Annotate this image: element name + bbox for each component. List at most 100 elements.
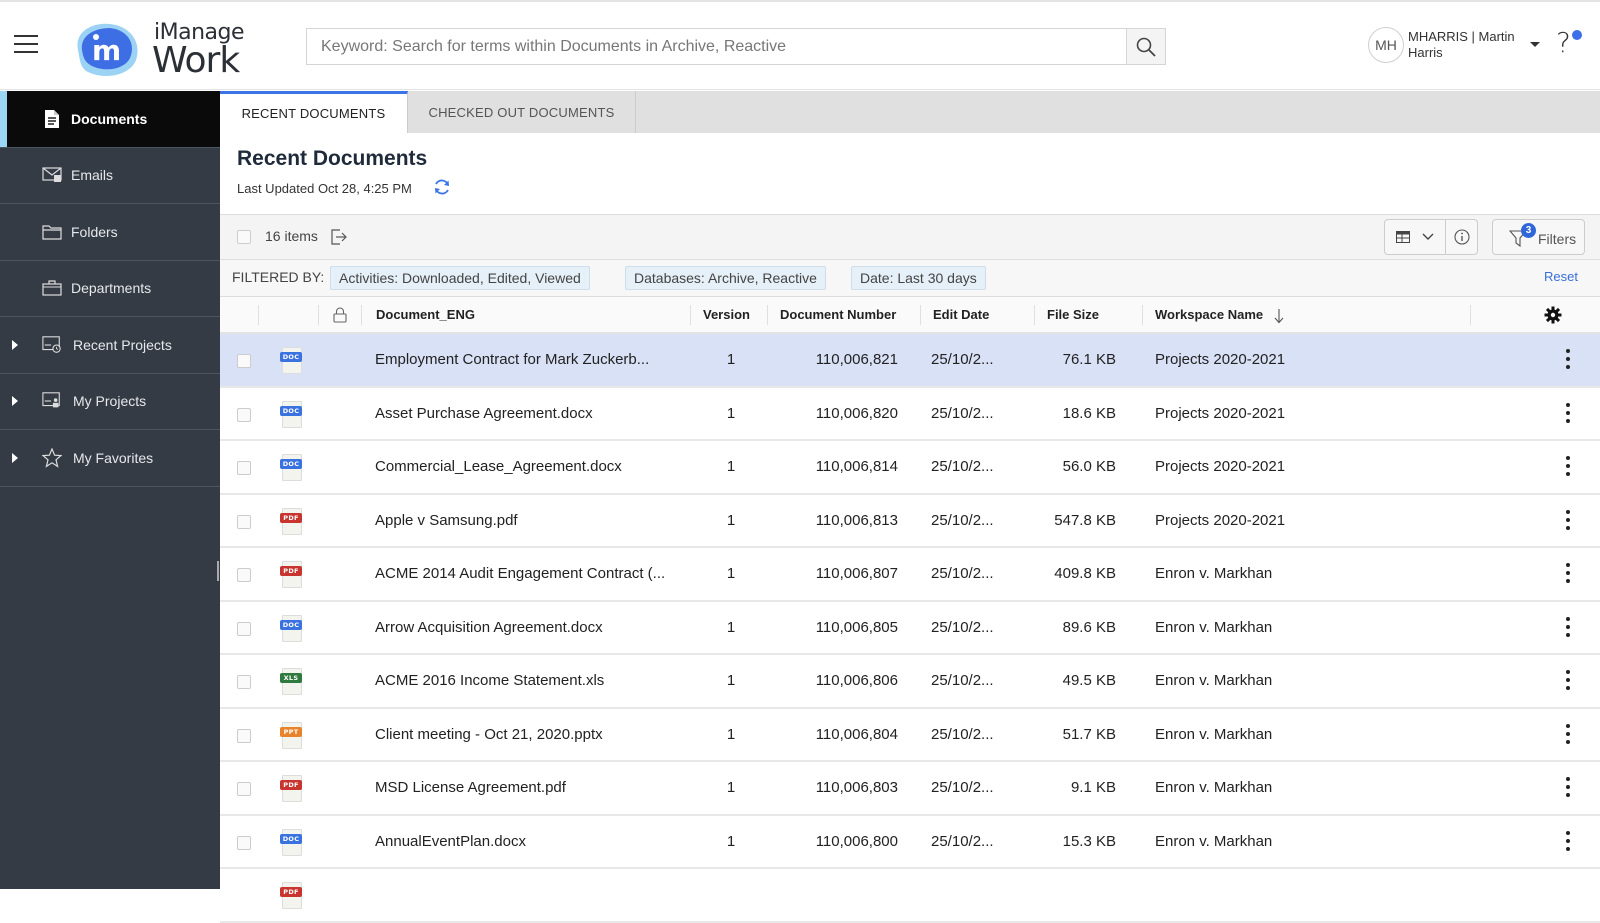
table-row[interactable]: PDF ACME 2014 Audit Engagement Contract (…: [220, 548, 1600, 602]
user-menu[interactable]: MH MHARRIS | Martin Harris: [1368, 26, 1540, 64]
column-header-file-size[interactable]: File Size: [1047, 307, 1099, 322]
help-button[interactable]: ?: [1550, 26, 1586, 62]
row-more-options-icon[interactable]: [1562, 561, 1574, 585]
column-settings-gear-icon[interactable]: [1544, 306, 1562, 324]
table-row[interactable]: XLS ACME 2016 Income Statement.xls 1 110,00…: [220, 655, 1600, 709]
hamburger-menu-icon[interactable]: [14, 35, 38, 53]
row-checkbox[interactable]: [237, 675, 251, 689]
sidebar-item-my-favorites[interactable]: My Favorites: [0, 430, 220, 487]
workspace-name: Projects 2020-2021: [1155, 458, 1286, 475]
table-row[interactable]: PDF MSD License Agreement.pdf 1 110,006,803…: [220, 762, 1600, 816]
column-header-workspace-name[interactable]: Workspace Name: [1155, 307, 1263, 322]
row-checkbox[interactable]: [237, 514, 251, 529]
row-checkbox[interactable]: [237, 568, 251, 582]
help-icon: ?: [1556, 26, 1571, 59]
row-more-options-icon[interactable]: [1562, 775, 1574, 799]
document-number: 110,006,821: [815, 351, 898, 368]
document-icon: [42, 109, 62, 129]
filter-chip-databases[interactable]: Databases: Archive, Reactive: [625, 266, 826, 290]
select-all-checkbox[interactable]: [237, 230, 251, 244]
lock-column-icon[interactable]: [333, 307, 347, 323]
workspace-name: Projects 2020-2021: [1155, 351, 1286, 368]
sidebar-item-folders[interactable]: Folders: [0, 204, 220, 261]
tab-recent-documents[interactable]: RECENT DOCUMENTS: [220, 91, 408, 133]
tab-bar: RECENT DOCUMENTS CHECKED OUT DOCUMENTS: [220, 91, 1600, 133]
table-row[interactable]: PDF: [220, 869, 1600, 923]
table-row[interactable]: DOC Commercial_Lease_Agreement.docx 1 110,0…: [220, 441, 1600, 495]
document-number: 110,006,814: [815, 458, 898, 475]
row-checkbox[interactable]: [237, 621, 251, 636]
document-name[interactable]: AnnualEventPlan.docx: [375, 833, 526, 850]
filter-chip-activities[interactable]: Activities: Downloaded, Edited, Viewed: [330, 266, 590, 290]
view-options-group: [1384, 219, 1478, 255]
edit-date: 25/10/2...: [931, 779, 994, 796]
document-name[interactable]: MSD License Agreement.pdf: [375, 779, 566, 796]
workspace-name: Enron v. Markhan: [1155, 832, 1273, 850]
reset-filters-link[interactable]: Reset: [1544, 269, 1578, 284]
sidebar-item-departments[interactable]: Departments: [0, 261, 220, 317]
row-checkbox[interactable]: [237, 782, 251, 796]
row-more-options-icon[interactable]: [1562, 668, 1574, 692]
workspace-name: Enron v. Markhan: [1155, 779, 1273, 796]
sidebar-resize-handle[interactable]: [217, 561, 219, 581]
filter-chip-date[interactable]: Date: Last 30 days: [851, 266, 986, 290]
column-header-name[interactable]: Document_ENG: [376, 307, 475, 322]
expand-arrow-icon[interactable]: [12, 452, 18, 463]
row-more-options-icon[interactable]: [1562, 508, 1574, 532]
briefcase-icon: [42, 278, 62, 298]
table-row[interactable]: DOC Employment Contract for Mark Zuckerb.…: [220, 334, 1600, 388]
pdf-file-icon: PDF: [280, 561, 302, 589]
expand-arrow-icon[interactable]: [12, 339, 18, 350]
row-checkbox[interactable]: [237, 354, 251, 368]
table-row[interactable]: DOC AnnualEventPlan.docx 1 110,006,800 25/10…: [220, 815, 1600, 869]
tab-checked-out-documents[interactable]: CHECKED OUT DOCUMENTS: [408, 91, 636, 133]
view-mode-button[interactable]: [1385, 220, 1446, 254]
document-name[interactable]: Arrow Acquisition Agreement.docx: [375, 619, 603, 636]
file-size: 15.3 KB: [1062, 832, 1116, 850]
document-name[interactable]: ACME 2016 Income Statement.xls: [375, 672, 604, 689]
document-name[interactable]: Employment Contract for Mark Zuckerb...: [375, 351, 649, 368]
column-header-version[interactable]: Version: [703, 307, 750, 322]
avatar: MH: [1368, 27, 1404, 63]
column-header-document-number[interactable]: Document Number: [780, 307, 896, 322]
row-more-options-icon[interactable]: [1562, 454, 1574, 478]
sidebar-item-my-projects[interactable]: My Projects: [0, 374, 220, 430]
table-row[interactable]: DOC Asset Purchase Agreement.docx 1 110,006…: [220, 387, 1600, 441]
pdf-file-icon: PDF: [280, 507, 302, 536]
sidebar-item-recent-projects[interactable]: Recent Projects: [0, 317, 220, 374]
row-more-options-icon[interactable]: [1562, 722, 1574, 746]
row-more-options-icon[interactable]: [1562, 347, 1574, 371]
file-size: 76.1 KB: [1062, 351, 1116, 368]
filters-button[interactable]: 3 Filters: [1492, 219, 1585, 255]
expand-arrow-icon[interactable]: [12, 396, 18, 407]
row-more-options-icon[interactable]: [1562, 829, 1574, 853]
search-input[interactable]: [307, 29, 1113, 64]
row-checkbox[interactable]: [237, 835, 251, 850]
row-checkbox[interactable]: [237, 461, 251, 475]
row-more-options-icon[interactable]: [1562, 615, 1574, 639]
table-row[interactable]: DOC Arrow Acquisition Agreement.docx 1 110,…: [220, 601, 1600, 655]
document-name[interactable]: Client meeting - Oct 21, 2020.pptx: [375, 726, 603, 743]
sidebar-item-documents[interactable]: Documents: [0, 91, 220, 148]
column-header-edit-date[interactable]: Edit Date: [933, 307, 989, 322]
refresh-icon[interactable]: [432, 177, 452, 197]
document-name[interactable]: Apple v Samsung.pdf: [375, 512, 518, 529]
row-more-options-icon[interactable]: [1562, 401, 1574, 425]
sidebar-item-label: Emails: [71, 167, 114, 184]
document-version: 1: [726, 458, 736, 475]
export-icon[interactable]: [330, 228, 348, 246]
document-name[interactable]: Asset Purchase Agreement.docx: [375, 405, 593, 422]
file-size: 56.0 KB: [1062, 458, 1116, 475]
edit-date: 25/10/2...: [931, 672, 994, 689]
document-name[interactable]: Commercial_Lease_Agreement.docx: [375, 458, 622, 475]
sort-descending-icon[interactable]: [1274, 308, 1284, 324]
search-button[interactable]: [1126, 29, 1165, 64]
table-row[interactable]: PDF Apple v Samsung.pdf 1 110,006,813 25/10/…: [220, 494, 1600, 548]
table-row[interactable]: PPT Client meeting - Oct 21, 2020.pptx 1 11…: [220, 708, 1600, 762]
row-checkbox[interactable]: [237, 407, 251, 422]
sidebar-item-emails[interactable]: Emails: [0, 148, 220, 204]
document-name[interactable]: ACME 2014 Audit Engagement Contract (...: [375, 565, 665, 582]
info-button[interactable]: [1447, 220, 1477, 254]
app-logo[interactable]: m iManage Work: [70, 18, 250, 81]
row-checkbox[interactable]: [237, 728, 251, 743]
